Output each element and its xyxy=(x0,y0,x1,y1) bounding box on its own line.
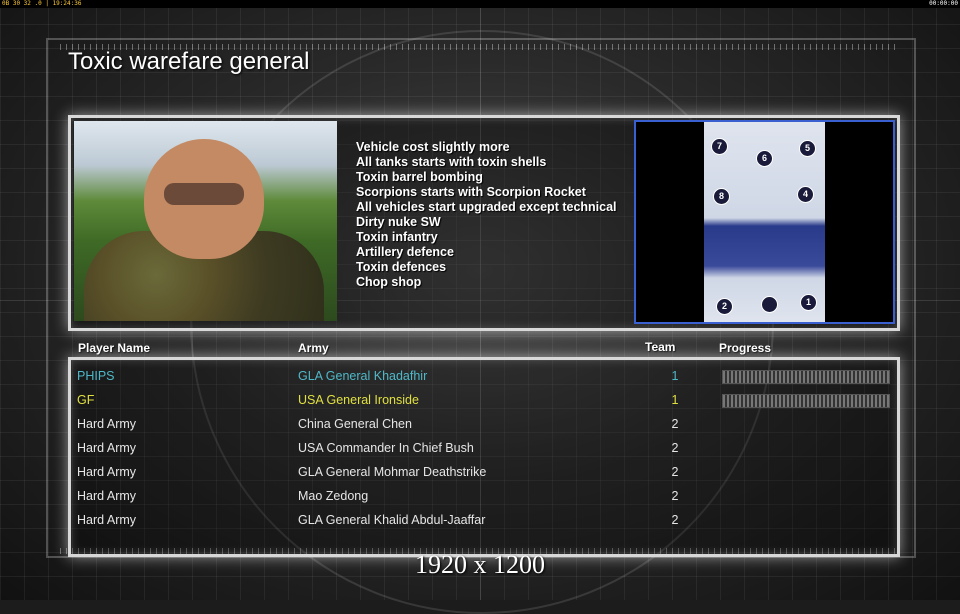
feature-item: Toxin infantry xyxy=(356,230,438,244)
player-army: China General Chen xyxy=(298,417,412,431)
status-clock: 00:00:00 xyxy=(929,0,958,7)
general-info-panel: Vehicle cost slightly more All tanks star… xyxy=(68,115,900,331)
player-army: Mao Zedong xyxy=(298,489,369,503)
feature-item: Artillery defence xyxy=(356,245,454,259)
feature-item: Vehicle cost slightly more xyxy=(356,140,510,154)
status-bar: 0B 30 32 .0 | 19:24:36 00:00:00 xyxy=(0,0,960,8)
player-name: Hard Army xyxy=(77,513,137,527)
player-progress-bar xyxy=(722,370,890,384)
player-name: Hard Army xyxy=(77,465,137,479)
feature-item: Scorpions starts with Scorpion Rocket xyxy=(356,185,586,199)
player-name: Hard Army xyxy=(77,417,137,431)
resolution-label: 1920 x 1200 xyxy=(415,550,545,579)
player-team: 2 xyxy=(671,441,679,455)
map-slot-5[interactable]: 5 xyxy=(799,140,816,157)
header-progress: Progress xyxy=(719,341,772,355)
map-slot-1[interactable]: 1 xyxy=(800,294,817,311)
header-army: Army xyxy=(298,341,329,355)
player-row[interactable]: Hard Army GLA General Khalid Abdul-Jaaffa… xyxy=(71,508,897,532)
page-title: Toxic warefare general xyxy=(68,48,310,75)
map-slot-7[interactable]: 7 xyxy=(711,138,728,155)
player-name: GF xyxy=(77,393,95,407)
player-army: GLA General Khadafhir xyxy=(298,369,428,383)
player-team: 1 xyxy=(671,393,679,407)
player-army: GLA General Mohmar Deathstrike xyxy=(298,465,487,479)
player-team: 2 xyxy=(671,417,679,431)
player-army: USA General Ironside xyxy=(298,393,419,407)
feature-item: Chop shop xyxy=(356,275,422,289)
player-row[interactable]: GF USA General Ironside 1 xyxy=(71,388,897,412)
player-progress-bar xyxy=(722,394,890,408)
general-portrait xyxy=(74,121,337,321)
map-slot-2[interactable]: 2 xyxy=(716,298,733,315)
player-team: 1 xyxy=(671,369,679,383)
players-table: PHIPS GLA General Khadafhir 1 GF USA General… xyxy=(68,357,900,557)
feature-item: Toxin defences xyxy=(356,260,447,274)
header-team: Team xyxy=(645,340,676,354)
player-team: 2 xyxy=(671,489,679,503)
player-team: 2 xyxy=(671,465,679,479)
player-row[interactable]: Hard Army USA Commander In Chief Bush 2 xyxy=(71,436,897,460)
status-left: 0B 30 32 .0 | 19:24:36 xyxy=(2,0,82,7)
map-slot-4[interactable]: 4 xyxy=(797,186,814,203)
feature-list: Vehicle cost slightly more All tanks star… xyxy=(356,140,617,290)
player-row[interactable]: Hard Army GLA General Mohmar Deathstrike 2 xyxy=(71,460,897,484)
player-army: USA Commander In Chief Bush xyxy=(298,441,474,455)
player-row[interactable]: PHIPS GLA General Khadafhir 1 xyxy=(71,364,897,388)
player-army: GLA General Khalid Abdul-Jaaffar xyxy=(298,513,486,527)
map-slot-8[interactable]: 8 xyxy=(713,188,730,205)
player-team: 2 xyxy=(671,513,679,527)
feature-item: Toxin barrel bombing xyxy=(356,170,483,184)
player-row[interactable]: Hard Army Mao Zedong 2 xyxy=(71,484,897,508)
player-name: Hard Army xyxy=(77,441,137,455)
feature-item: All tanks starts with toxin shells xyxy=(356,155,547,169)
player-name: PHIPS xyxy=(77,369,115,383)
map-preview[interactable]: 7 6 5 8 4 2 1 xyxy=(634,120,895,324)
feature-item: All vehicles start upgraded except techn… xyxy=(356,200,617,214)
header-player-name: Player Name xyxy=(78,341,151,355)
map-slot-empty[interactable] xyxy=(761,296,778,313)
player-row[interactable]: Hard Army China General Chen 2 xyxy=(71,412,897,436)
player-name: Hard Army xyxy=(77,489,137,503)
map-slot-6[interactable]: 6 xyxy=(756,150,773,167)
feature-item: Dirty nuke SW xyxy=(356,215,441,229)
portrait-eyes xyxy=(164,183,244,205)
